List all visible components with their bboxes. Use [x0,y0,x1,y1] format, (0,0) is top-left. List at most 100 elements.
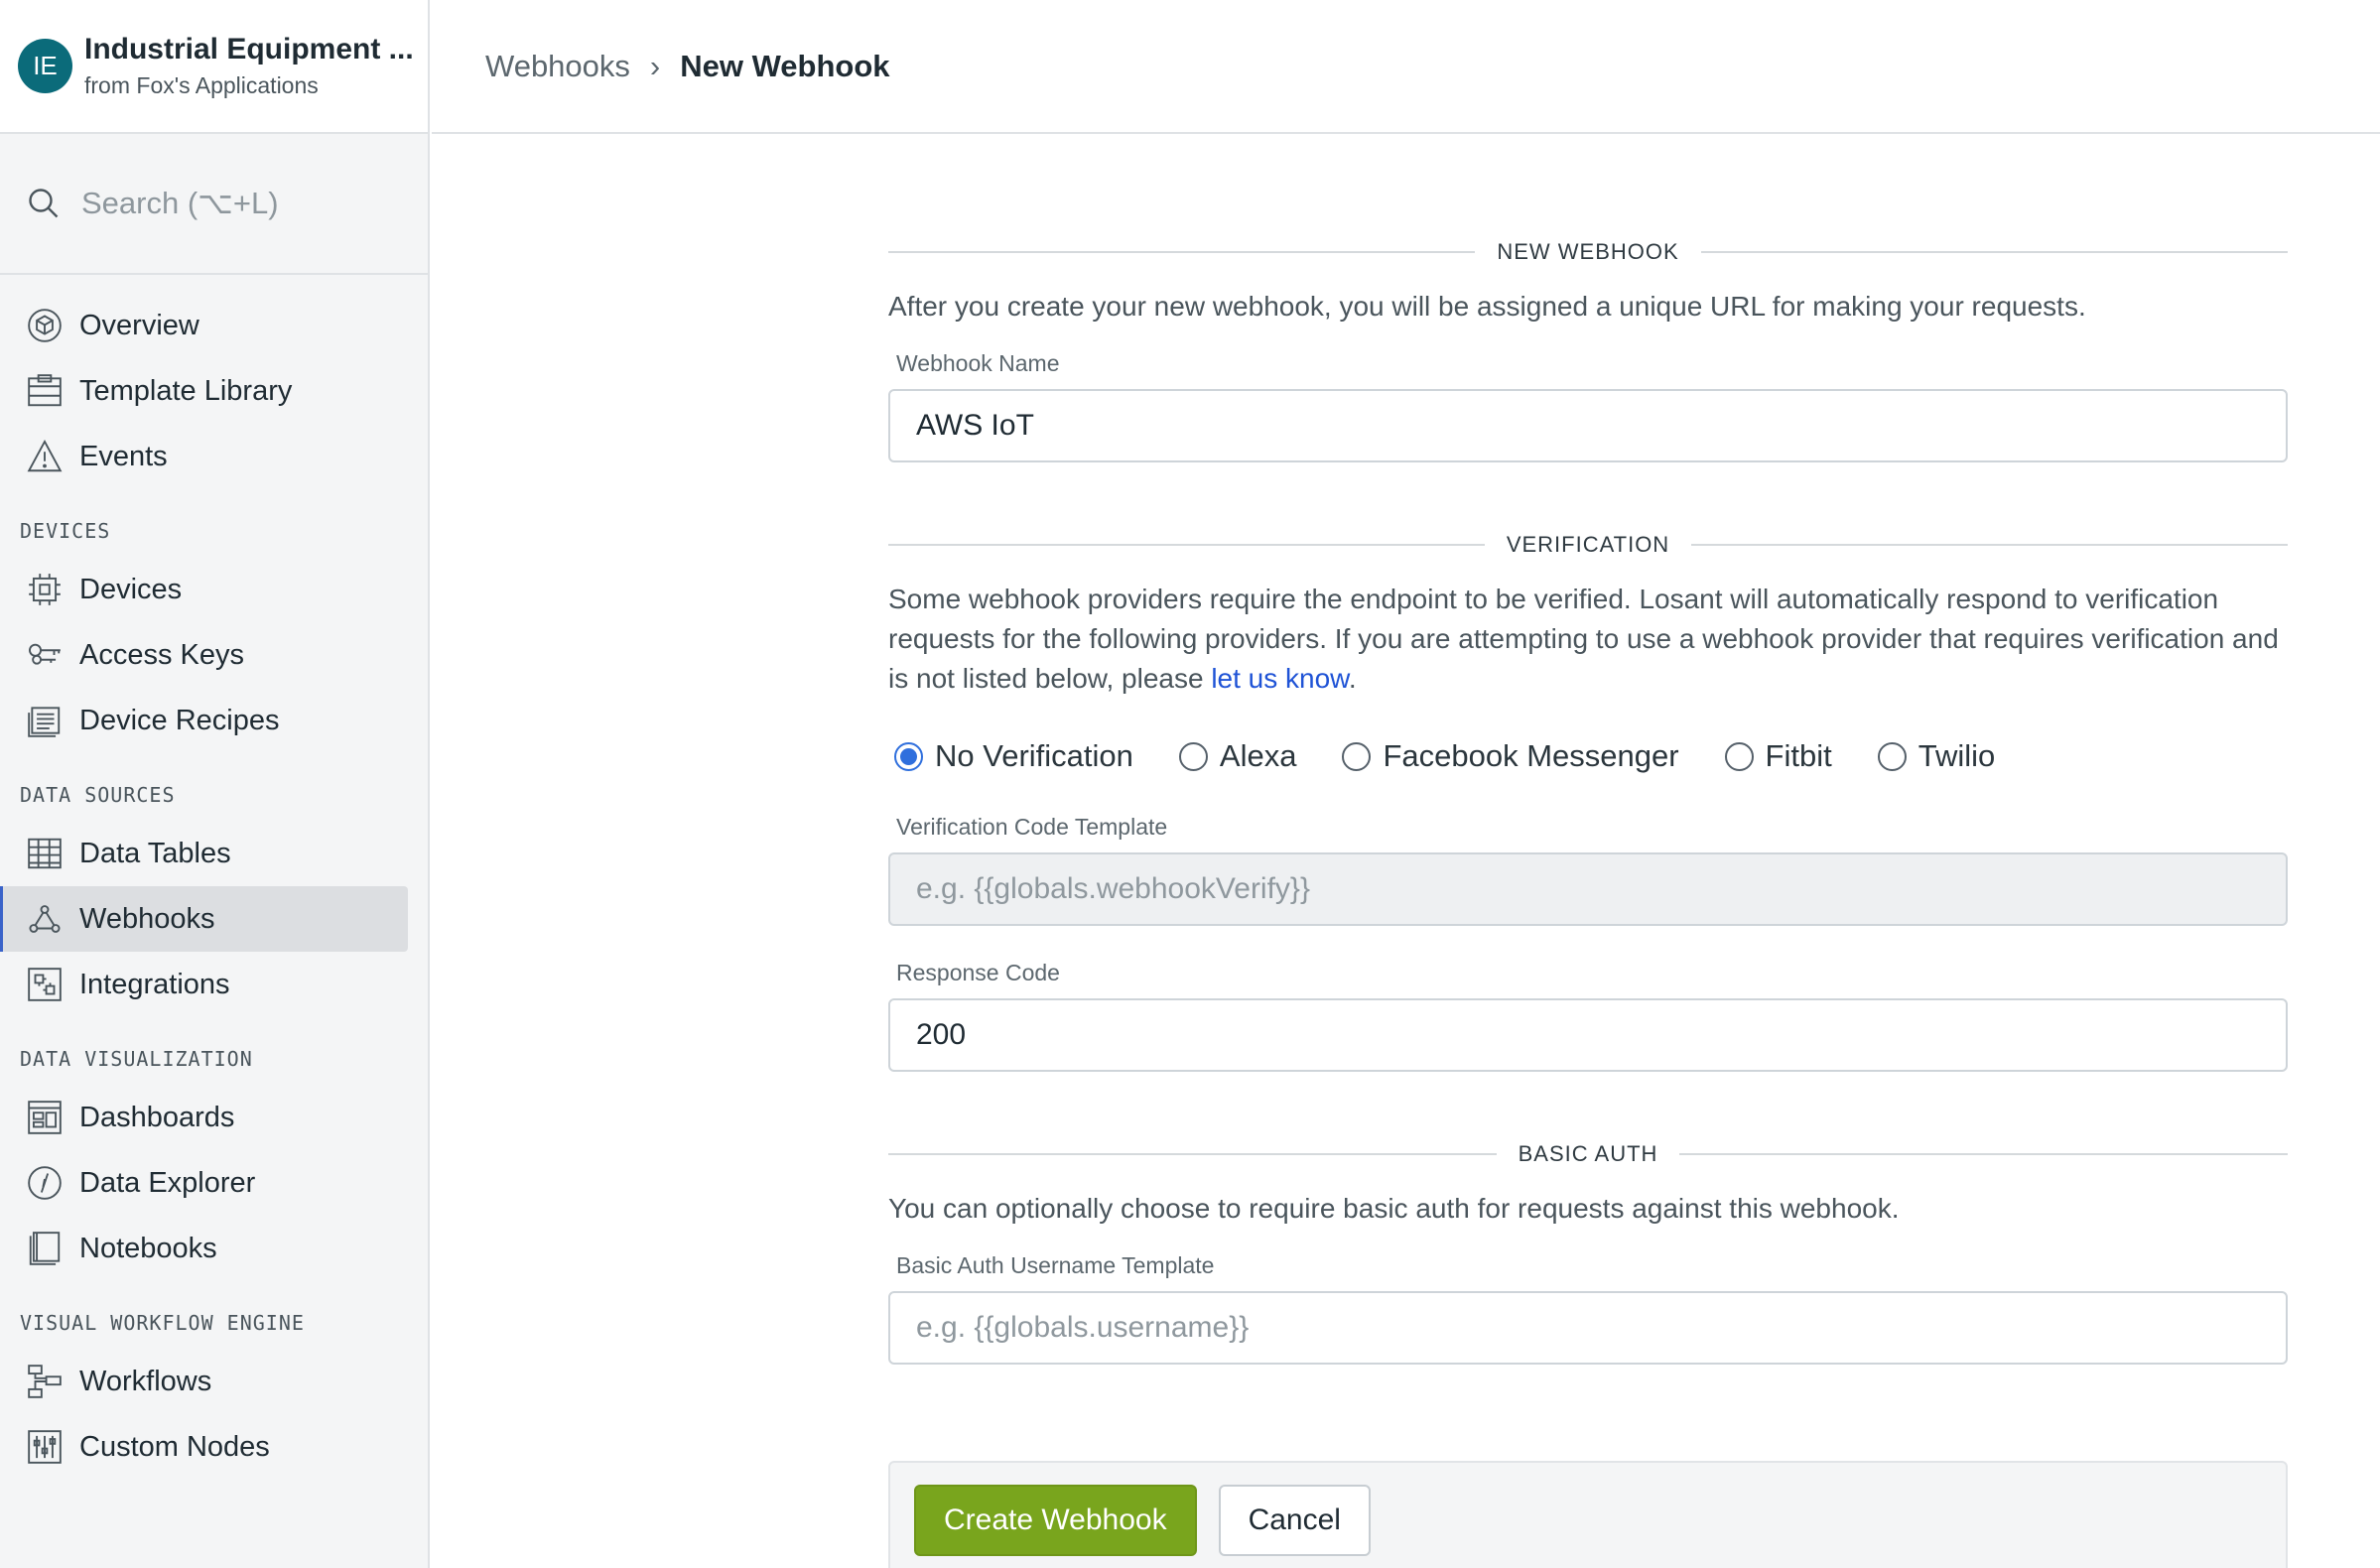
sidebar-item-overview[interactable]: Overview [0,293,408,358]
sidebar-item-label: Notebooks [79,1232,217,1264]
basic-auth-username-input[interactable] [888,1291,2288,1365]
divider [888,544,1485,546]
verification-code-template-input [888,852,2288,926]
radio-label: Alexa [1219,738,1297,773]
app-org: from Fox's Applications [84,72,319,98]
create-webhook-button[interactable]: Create Webhook [914,1485,1197,1556]
keys-icon [29,643,61,665]
app-titles: Industrial Equipment ... from Fox's Appl… [84,33,414,99]
breadcrumb: Webhooks › New Webhook [432,0,2380,134]
search-bar [0,134,428,275]
radio-label: Facebook Messenger [1383,738,1679,773]
radio-no-verification[interactable]: No Verification [894,738,1133,774]
section-verification: VERIFICATION [888,532,2289,558]
verification-description-text: Some webhook providers require the endpo… [888,584,2279,694]
sidebar-item-label: Webhooks [79,902,215,935]
sidebar-item-webhooks[interactable]: Webhooks [0,886,408,952]
verification-description: Some webhook providers require the endpo… [888,580,2288,699]
sidebar-item-devices[interactable]: Devices [0,557,408,622]
sidebar-item-label: Data Explorer [79,1166,256,1199]
section-description: After you create your new webhook, you w… [888,291,2086,322]
radio-button[interactable] [1877,741,1907,771]
sidebar-item-label: Access Keys [79,638,244,671]
sidebar-item-label: Data Tables [79,837,231,869]
notebook-icon [29,1232,61,1265]
radio-button[interactable] [1178,741,1208,771]
radio-twilio[interactable]: Twilio [1877,738,1996,774]
basic-auth-description: You can optionally choose to require bas… [888,1193,1900,1224]
sidebar-item-workflows[interactable]: Workflows [0,1349,408,1414]
section-heading-data-visualization: DATA VISUALIZATION [20,1047,253,1071]
form-actions-bar: Create Webhook Cancel [888,1461,2288,1568]
search-input[interactable] [81,186,399,221]
sidebar-item-data-explorer[interactable]: Data Explorer [0,1150,408,1216]
sidebar-item-label: Devices [79,573,183,605]
sidebar-item-dashboards[interactable]: Dashboards [0,1085,408,1150]
sidebar-item-integrations[interactable]: Integrations [0,952,408,1017]
divider [888,1153,1497,1155]
let-us-know-link[interactable]: let us know [1211,663,1349,694]
app-name: Industrial Equipment ... [84,33,414,65]
sidebar-item-notebooks[interactable]: Notebooks [0,1216,408,1281]
workflow-icon [28,1365,62,1398]
cancel-button[interactable]: Cancel [1218,1485,1371,1556]
sidebar-item-events[interactable]: Events [0,424,408,489]
search-icon [29,189,59,218]
recipes-icon [28,707,61,737]
sidebar-nav: Overview Template Library Events DEVICES… [0,275,428,1480]
cube-icon [28,309,62,342]
verification-provider-radios: No Verification Alexa Facebook Messenger… [894,738,2288,774]
radio-label: Twilio [1917,738,1996,773]
app-avatar: IE [18,39,72,93]
radio-label: Fitbit [1765,738,1832,773]
page-title: New Webhook [680,48,890,83]
divider [888,251,1476,253]
sidebar-item-access-keys[interactable]: Access Keys [0,622,408,688]
section-title: VERIFICATION [1506,532,1670,557]
sidebar-item-template-library[interactable]: Template Library [0,358,408,424]
breadcrumb-separator: › [649,48,661,83]
radio-label: No Verification [935,738,1133,773]
response-code-label: Response Code [896,960,1060,985]
app-header[interactable]: IE Industrial Equipment ... from Fox's A… [0,0,428,134]
breadcrumb-webhooks-link[interactable]: Webhooks [485,49,630,84]
section-basic-auth: BASIC AUTH [888,1141,2288,1167]
sidebar-item-label: Template Library [79,374,293,407]
divider [1679,1153,2288,1155]
divider [1700,251,2288,253]
webhook-icon [29,905,61,933]
sidebar-item-label: Custom Nodes [79,1430,270,1463]
section-new-webhook: NEW WEBHOOK [888,239,2288,265]
radio-button[interactable] [1342,741,1372,771]
section-heading-devices: DEVICES [20,519,111,543]
sidebar-item-data-tables[interactable]: Data Tables [0,821,408,886]
radio-facebook-messenger[interactable]: Facebook Messenger [1342,738,1679,774]
template-library-icon [28,374,62,407]
webhook-name-label: Webhook Name [896,350,1060,376]
radio-button[interactable] [1724,741,1754,771]
webhook-name-input[interactable] [888,389,2288,462]
sidebar-item-label: Overview [79,309,199,341]
description-period: . [1348,663,1357,694]
section-heading-visual-workflow-engine: VISUAL WORKFLOW ENGINE [20,1311,305,1335]
sidebar-item-device-recipes[interactable]: Device Recipes [0,688,408,753]
radio-button-checked[interactable] [894,741,923,771]
radio-fitbit[interactable]: Fitbit [1724,738,1832,774]
radio-alexa[interactable]: Alexa [1178,738,1297,774]
basic-auth-username-label: Basic Auth Username Template [896,1252,1215,1278]
section-title: BASIC AUTH [1518,1141,1658,1166]
sidebar-item-label: Workflows [79,1365,212,1397]
sidebar-item-label: Events [79,440,168,472]
sidebar-item-custom-nodes[interactable]: Custom Nodes [0,1414,408,1480]
verification-code-template-label: Verification Code Template [896,814,1168,840]
compass-icon [28,1166,62,1200]
warning-triangle-icon [27,439,63,472]
divider [1691,544,2289,546]
table-icon [28,838,62,869]
response-code-input[interactable] [888,998,2288,1072]
sidebar-item-label: Integrations [79,968,230,1000]
webhook-form: NEW WEBHOOK After you create your new we… [888,134,2289,1365]
sidebar: IE Industrial Equipment ... from Fox's A… [0,0,430,1568]
section-title: NEW WEBHOOK [1497,239,1679,264]
sidebar-item-label: Dashboards [79,1101,235,1133]
